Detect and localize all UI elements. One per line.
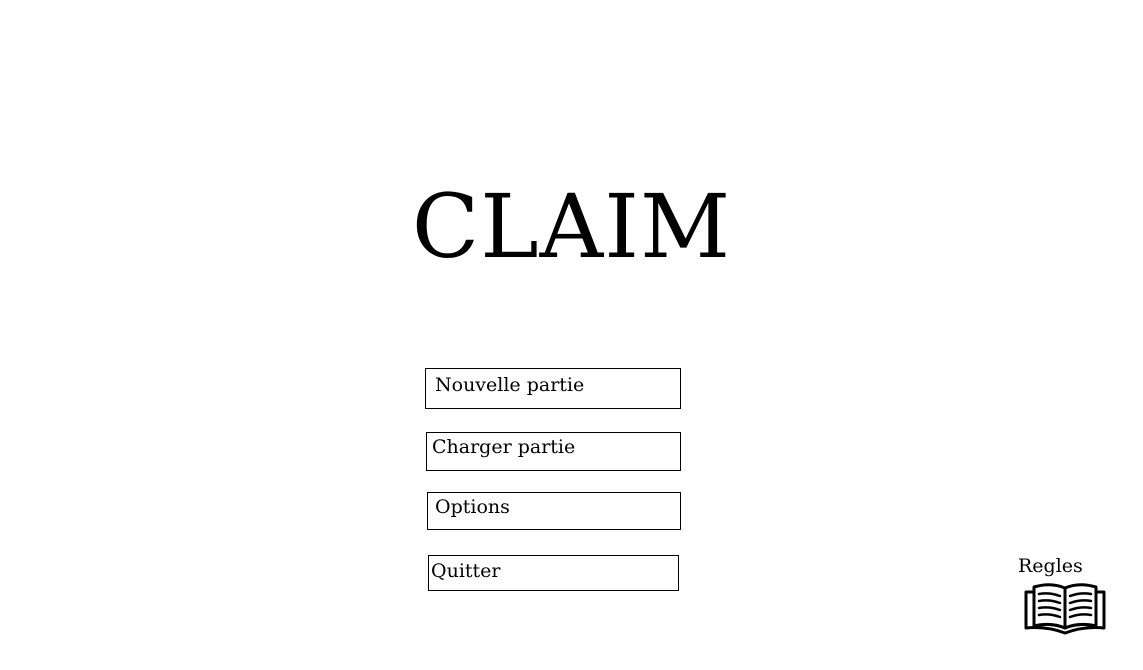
quit-button[interactable]: Quitter [428, 555, 679, 591]
rules-label[interactable]: Regles [1018, 555, 1083, 577]
options-button[interactable]: Options [427, 492, 681, 530]
open-book-icon[interactable] [1024, 582, 1106, 636]
load-game-button[interactable]: Charger partie [426, 432, 681, 471]
new-game-button[interactable]: Nouvelle partie [425, 368, 681, 409]
game-title: CLAIM [411, 175, 732, 278]
